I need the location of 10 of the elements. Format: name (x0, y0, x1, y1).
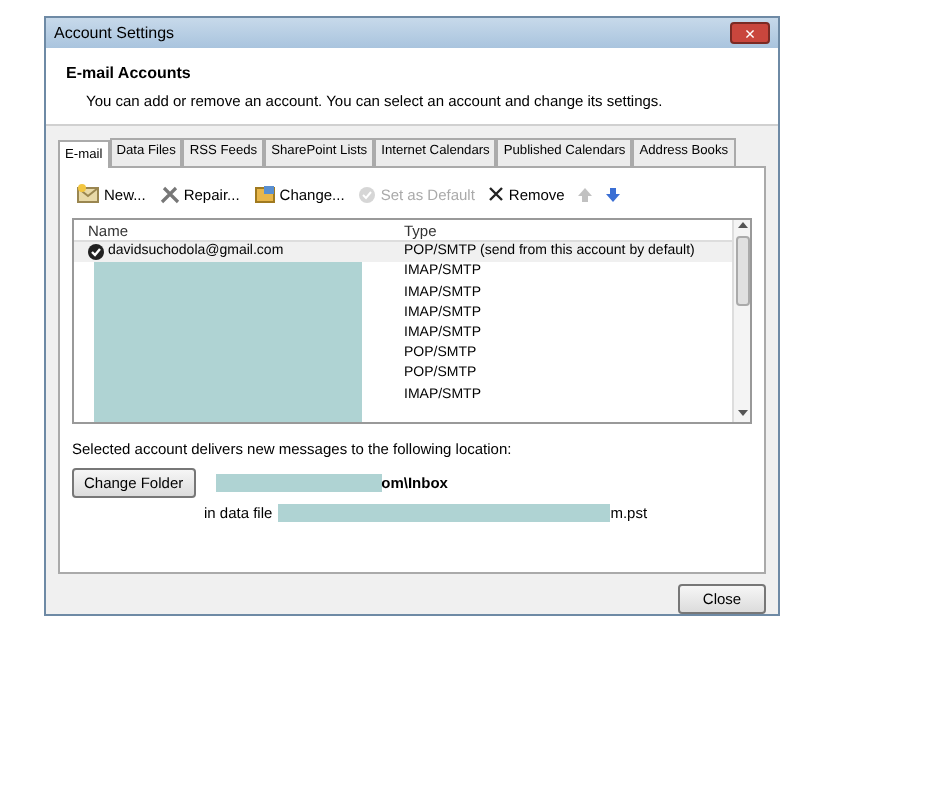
check-circle-icon (358, 185, 377, 204)
folder-icon (253, 184, 276, 205)
close-button[interactable]: × (730, 22, 770, 45)
scroll-up-arrow-icon[interactable] (737, 220, 747, 233)
window-title: Account Settings (54, 21, 175, 46)
down-arrow-icon[interactable] (606, 187, 621, 202)
section-title: E-mail Accounts (66, 62, 193, 87)
scroll-down-arrow-icon[interactable] (737, 406, 747, 419)
close-icon (488, 186, 505, 203)
envelope-icon (76, 184, 100, 205)
